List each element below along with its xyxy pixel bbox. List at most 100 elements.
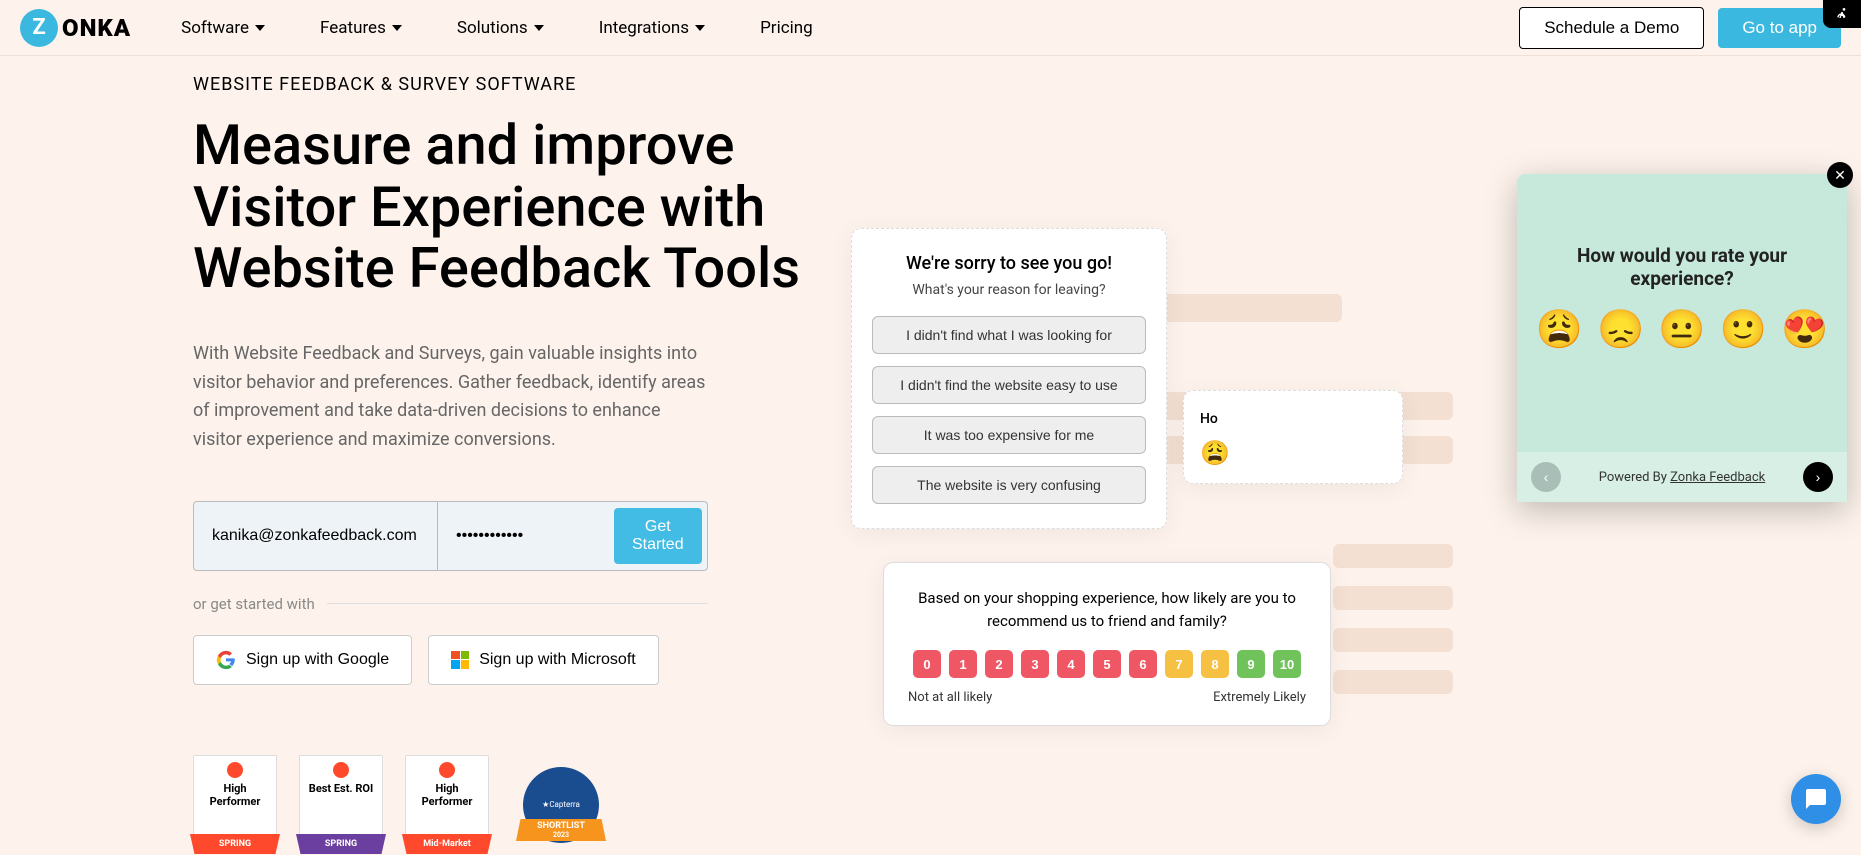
close-button[interactable]: ✕ [1827,162,1853,188]
divider-line [327,603,708,604]
powered-link[interactable]: Zonka Feedback [1670,470,1765,485]
feedback-overlay: ✕ How would you rate your experience? 😩😞… [1517,174,1847,502]
badge-high-performer-1: High Performer SPRING [193,755,277,849]
exit-option-1[interactable]: I didn't find the website easy to use [872,366,1146,404]
nav-solutions[interactable]: Solutions [457,18,544,38]
subhead: With Website Feedback and Surveys, gain … [193,340,713,455]
overlay-footer: ‹ Powered By Zonka Feedback › [1517,452,1847,502]
rating-emoji-1[interactable]: 😞 [1597,308,1644,352]
nav-pricing[interactable]: Pricing [760,18,813,38]
accessibility-tab-icon[interactable] [1823,0,1861,28]
microsoft-icon [451,651,469,669]
oauth-buttons: Sign up with Google Sign up with Microso… [193,635,833,685]
g2-icon [439,762,455,778]
badge-title: High Performer [410,782,484,808]
chevron-down-icon [392,25,402,31]
chat-icon [1804,787,1828,811]
nps-low-label: Not at all likely [908,690,992,705]
chevron-down-icon [695,25,705,31]
nps-card: Based on your shopping experience, how l… [883,562,1331,726]
nav-software-label: Software [181,18,249,38]
headline: Measure and improve Visitor Experience w… [193,115,833,300]
google-icon [216,650,236,670]
overlay-emoji-row: 😩 😞 😐 🙂 😍 [1537,308,1827,352]
chevron-down-icon [255,25,265,31]
rating-emoji-4[interactable]: 😍 [1781,308,1828,352]
google-label: Sign up with Google [246,651,389,669]
exit-survey-card: We're sorry to see you go! What's your r… [851,228,1167,529]
logo-text: ONKA [62,14,131,42]
badge-title: Best Est. ROI [309,782,373,795]
eyebrow: WEBSITE FEEDBACK & SURVEY SOFTWARE [193,74,833,95]
badge-best-roi: Best Est. ROI SPRING [299,755,383,849]
password-field[interactable] [438,502,608,570]
placeholder-bars-2 [1333,544,1453,712]
rating-emoji-3[interactable]: 🙂 [1720,308,1767,352]
nav-items: Software Features Solutions Integrations… [181,18,1519,38]
rating-emoji-2[interactable]: 😐 [1658,308,1705,352]
nps-button-8[interactable]: 8 [1201,650,1229,678]
rating-peek-card: Ho 😩 [1183,390,1403,484]
exit-option-2[interactable]: It was too expensive for me [872,416,1146,454]
capterra-banner: SHORTLIST 2023 [516,819,606,841]
nav-software[interactable]: Software [181,18,265,38]
navbar: Z ONKA Software Features Solutions Integ… [0,0,1861,56]
chevron-left-icon: ‹ [1544,469,1549,485]
emoji-sad-icon: 😩 [1200,439,1230,467]
chat-launcher[interactable] [1791,774,1841,824]
peek-title: Ho [1200,411,1386,427]
prev-button[interactable]: ‹ [1531,462,1561,492]
exit-option-0[interactable]: I didn't find what I was looking for [872,316,1146,354]
g2-icon [227,762,243,778]
nps-labels: Not at all likely Extremely Likely [908,690,1306,705]
get-started-button[interactable]: Get Started [614,508,702,564]
capterra-label: ★Capterra [542,800,580,809]
nps-scale: 0123456789 10 [908,650,1306,678]
rating-emoji-0[interactable]: 😩 [1536,308,1583,352]
chevron-down-icon [534,25,544,31]
g2-icon [333,762,349,778]
or-divider: or get started with [193,595,708,613]
exit-option-3[interactable]: The website is very confusing [872,466,1146,504]
hero-content: WEBSITE FEEDBACK & SURVEY SOFTWARE Measu… [193,74,833,855]
badge-high-performer-2: High Performer Mid-Market [405,755,489,849]
nps-button-1[interactable]: 1 [949,650,977,678]
nps-button-10[interactable]: 10 [1273,650,1301,678]
next-button[interactable]: › [1803,462,1833,492]
nav-features[interactable]: Features [320,18,402,38]
nps-button-2[interactable]: 2 [985,650,1013,678]
nps-question: Based on your shopping experience, how l… [908,587,1306,632]
powered-prefix: Powered By [1599,470,1670,485]
nps-button-0[interactable]: 0 [913,650,941,678]
or-text: or get started with [193,595,315,613]
nps-button-6[interactable]: 6 [1129,650,1157,678]
badge-capterra: ★Capterra SHORTLIST 2023 [511,755,611,855]
close-icon: ✕ [1834,167,1846,184]
badges-row: High Performer SPRING Best Est. ROI SPRI… [193,755,833,855]
exit-title: We're sorry to see you go! [872,253,1146,274]
google-signup-button[interactable]: Sign up with Google [193,635,412,685]
nps-button-9[interactable]: 9 [1237,650,1265,678]
powered-by: Powered By Zonka Feedback [1599,470,1765,485]
signup-form: Get Started [193,501,708,571]
logo[interactable]: Z ONKA [20,9,131,47]
peek-emoji-row: 😩 [1200,439,1386,467]
nav-actions: Schedule a Demo Go to app [1519,7,1841,49]
email-field[interactable] [194,502,438,570]
overlay-question: How would you rate your experience? [1537,244,1827,290]
nav-integrations-label: Integrations [599,18,689,38]
microsoft-label: Sign up with Microsoft [479,651,636,669]
nps-button-5[interactable]: 5 [1093,650,1121,678]
nps-button-4[interactable]: 4 [1057,650,1085,678]
chevron-right-icon: › [1816,469,1821,485]
nps-button-7[interactable]: 7 [1165,650,1193,678]
schedule-demo-button[interactable]: Schedule a Demo [1519,7,1704,49]
nav-features-label: Features [320,18,386,38]
logo-icon: Z [20,9,58,47]
nav-integrations[interactable]: Integrations [599,18,705,38]
nps-button-3[interactable]: 3 [1021,650,1049,678]
nav-pricing-label: Pricing [760,18,813,38]
badge-title: High Performer [198,782,272,808]
microsoft-signup-button[interactable]: Sign up with Microsoft [428,635,659,685]
nav-solutions-label: Solutions [457,18,528,38]
